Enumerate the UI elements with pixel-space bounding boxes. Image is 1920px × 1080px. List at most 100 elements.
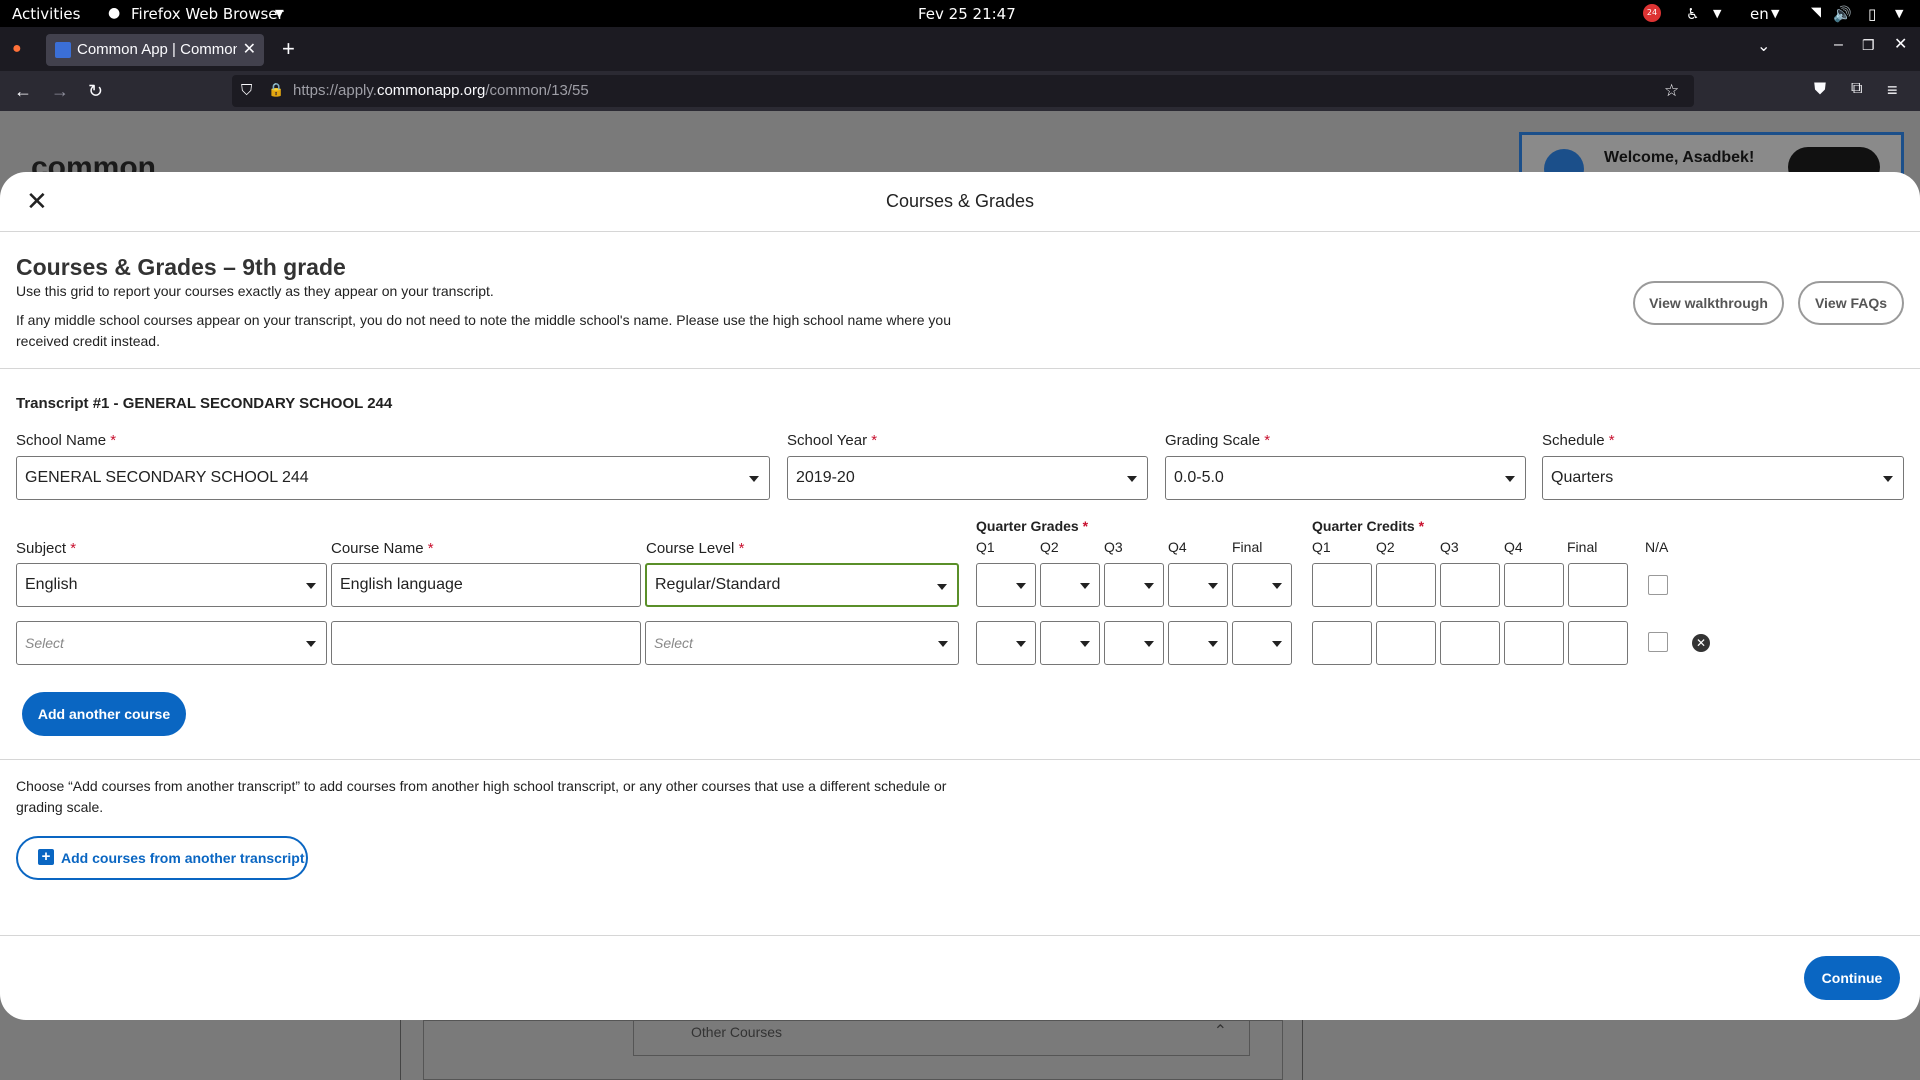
notification-badge[interactable]: 24 (1643, 4, 1661, 22)
credit-input-final[interactable] (1568, 621, 1628, 665)
na-col: N/A (1645, 539, 1669, 555)
new-tab-icon[interactable]: + (282, 38, 295, 60)
system-top-bar: Activities ● Firefox Web Browser ▼ Fev 2… (0, 0, 1920, 27)
chevron-down-icon (306, 641, 316, 647)
schedule-select[interactable]: Quarters (1542, 456, 1904, 500)
chevron-down-icon (1080, 583, 1090, 589)
grade-select-q1[interactable] (976, 621, 1036, 665)
url-path: /common/13/55 (485, 82, 589, 99)
tab-strip: ● Common App | Common ✕ + ⌄ – ❐ ✕ (0, 27, 1920, 71)
lock-icon[interactable]: 🔒 (268, 83, 284, 96)
chevron-down-icon (1272, 583, 1282, 589)
language-indicator[interactable]: en (1750, 5, 1769, 23)
chevron-down-icon (1208, 641, 1218, 647)
window-close-icon[interactable]: ✕ (1894, 37, 1907, 53)
credit-input-q2[interactable] (1376, 621, 1436, 665)
grade-col-q2: Q2 (1040, 539, 1059, 555)
url-bar[interactable]: ⛉ 🔒 https://apply.commonapp.org/common/1… (232, 75, 1694, 107)
grade-col-q1: Q1 (976, 539, 995, 555)
grade-select-final[interactable] (1232, 621, 1292, 665)
grade-select-final[interactable] (1232, 563, 1292, 607)
restore-icon[interactable]: ❐ (1862, 38, 1875, 52)
add-another-course-button[interactable]: Add another course (22, 692, 186, 736)
course-name-input[interactable]: English language (331, 563, 641, 607)
back-icon[interactable]: ← (14, 82, 32, 100)
tab-list-chevron-icon[interactable]: ⌄ (1757, 39, 1770, 55)
remove-row-icon[interactable]: ✕ (1692, 634, 1710, 652)
other-transcript-note-cont: grading scale. (16, 799, 104, 815)
credit-col-q4: Q4 (1504, 539, 1523, 555)
tab-common-app[interactable]: Common App | Common ✕ (46, 34, 264, 66)
firefox-app-icon: ● (108, 5, 121, 21)
grade-select-q3[interactable] (1104, 563, 1164, 607)
credit-col-final: Final (1567, 539, 1598, 555)
na-checkbox[interactable] (1648, 632, 1668, 652)
volume-icon[interactable]: 🔊 (1833, 5, 1852, 23)
extensions-icon[interactable]: ⧉ (1851, 81, 1862, 97)
course-level-select[interactable]: Select (645, 621, 959, 665)
grade-select-q2[interactable] (1040, 621, 1100, 665)
course-name-input[interactable] (331, 621, 641, 665)
subject-label: Subject * (16, 540, 77, 557)
credit-input-q4[interactable] (1504, 621, 1564, 665)
activities-button[interactable]: Activities (12, 5, 80, 23)
chevron-down-icon (1883, 476, 1893, 482)
bookmark-star-icon[interactable]: ☆ (1664, 82, 1679, 99)
shield-icon[interactable]: ⛉ (241, 83, 252, 98)
forward-icon[interactable]: → (51, 82, 69, 100)
grade-select-q4[interactable] (1168, 621, 1228, 665)
commonapp-favicon-icon (55, 42, 71, 58)
chevron-down-icon (1144, 641, 1154, 647)
chevron-down-icon (1144, 583, 1154, 589)
grade-col-q3: Q3 (1104, 539, 1123, 555)
other-courses-label: Other Courses (691, 1024, 783, 1040)
page-title: Courses & Grades – 9th grade (16, 254, 346, 280)
hamburger-menu-icon[interactable]: ≡ (1887, 81, 1898, 99)
quarter-grades-label: Quarter Grades * (976, 518, 1089, 534)
grading-scale-label: Grading Scale * (1165, 432, 1271, 449)
accessibility-icon[interactable]: ♿ (1686, 5, 1699, 23)
app-menu[interactable]: Firefox Web Browser (131, 5, 284, 23)
accessibility-chevron-icon: ▼ (1713, 7, 1722, 20)
minimize-icon[interactable]: – (1834, 37, 1843, 53)
grade-select-q4[interactable] (1168, 563, 1228, 607)
na-checkbox[interactable] (1648, 575, 1668, 595)
subject-select[interactable]: English (16, 563, 327, 607)
divider (0, 231, 1920, 232)
clock[interactable]: Fev 25 21:47 (918, 5, 1016, 23)
credit-input-q3[interactable] (1440, 563, 1500, 607)
credit-input-q2[interactable] (1376, 563, 1436, 607)
add-courses-from-another-transcript-button[interactable]: + Add courses from another transcript (16, 836, 308, 880)
chevron-down-icon (1127, 476, 1137, 482)
divider (0, 759, 1920, 760)
tab-close-icon[interactable]: ✕ (243, 39, 256, 59)
middle-school-note-cont: received credit instead. (16, 333, 160, 349)
chevron-up-icon[interactable]: ⌃ (1214, 1021, 1227, 1041)
credit-input-q4[interactable] (1504, 563, 1564, 607)
subject-select[interactable]: Select (16, 621, 327, 665)
grade-select-q1[interactable] (976, 563, 1036, 607)
credit-input-q3[interactable] (1440, 621, 1500, 665)
view-walkthrough-button[interactable]: View walkthrough (1633, 281, 1784, 325)
url-text[interactable]: https://apply.commonapp.org/common/13/55 (293, 82, 589, 99)
grade-select-q3[interactable] (1104, 621, 1164, 665)
grade-col-final: Final (1232, 539, 1263, 555)
grading-scale-select[interactable]: 0.0-5.0 (1165, 456, 1526, 500)
course-name-label: Course Name * (331, 540, 434, 557)
view-faqs-button[interactable]: View FAQs (1798, 281, 1904, 325)
continue-button[interactable]: Continue (1804, 956, 1900, 1000)
wifi-icon[interactable]: ◥ (1811, 5, 1821, 20)
credit-input-q1[interactable] (1312, 563, 1372, 607)
battery-icon[interactable]: ▯ (1868, 5, 1876, 23)
pocket-icon[interactable]: ⛊ (1814, 82, 1826, 98)
credit-input-final[interactable] (1568, 563, 1628, 607)
credit-input-q1[interactable] (1312, 621, 1372, 665)
school-name-select[interactable]: GENERAL SECONDARY SCHOOL 244 (16, 456, 770, 500)
course-level-select[interactable]: Regular/Standard (645, 563, 959, 607)
tab-title: Common App | Common (77, 41, 237, 58)
grade-select-q2[interactable] (1040, 563, 1100, 607)
firefox-menu-icon[interactable]: ● (12, 41, 22, 57)
reload-icon[interactable]: ↻ (88, 82, 103, 100)
school-year-select[interactable]: 2019-20 (787, 456, 1148, 500)
system-menu-chevron-icon[interactable]: ▼ (1895, 7, 1903, 20)
